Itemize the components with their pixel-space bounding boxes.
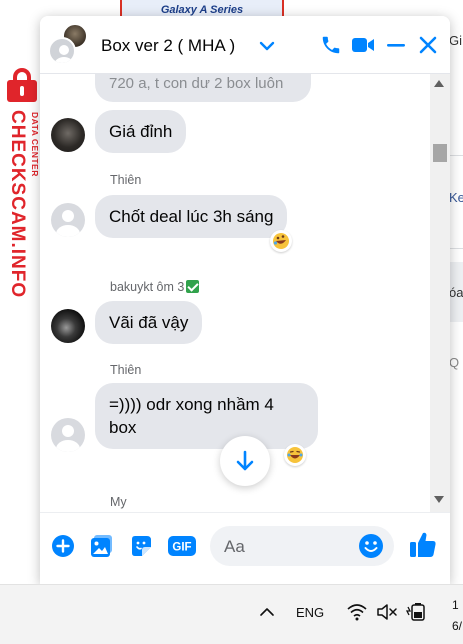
- message-text-line: box: [109, 418, 137, 437]
- phone-icon[interactable]: [318, 32, 344, 58]
- speaker-muted-icon[interactable]: [376, 603, 398, 626]
- scroll-up-arrow-icon[interactable]: [434, 80, 444, 87]
- jump-to-latest-button[interactable]: [220, 436, 270, 486]
- message-text: Chốt deal lúc 3h sáng: [109, 207, 274, 226]
- taskbar-clock[interactable]: 1 6/: [452, 595, 462, 637]
- arrow-down-icon: [236, 450, 254, 471]
- windows-taskbar: ENG 1 6/: [0, 584, 463, 644]
- battery-charging-icon[interactable]: [405, 602, 430, 627]
- message-bubble[interactable]: Vãi đã vậy: [95, 301, 203, 344]
- chat-header: Box ver 2 ( MHA ): [40, 16, 450, 74]
- group-avatar[interactable]: [48, 23, 88, 65]
- thumbs-up-icon[interactable]: [407, 529, 439, 561]
- chat-window: Box ver 2 ( MHA ) 720 a, t con dư 2 box …: [40, 16, 450, 584]
- video-icon[interactable]: [350, 32, 376, 58]
- message-bubble[interactable]: Chốt deal lúc 3h sáng: [95, 195, 288, 238]
- sender-name: bakuykt ôm 3: [110, 280, 200, 294]
- avatar[interactable]: [51, 203, 85, 237]
- language-indicator[interactable]: ENG: [296, 605, 324, 620]
- message-text: 720 a, t con dư 2 box luôn: [109, 75, 284, 92]
- rofl-emoji-icon[interactable]: [270, 230, 292, 252]
- avatar[interactable]: [51, 309, 85, 343]
- minimize-icon[interactable]: [383, 32, 409, 58]
- bg-fragment-2[interactable]: Ke: [449, 190, 463, 205]
- sender-name: My: [110, 495, 127, 509]
- gif-icon[interactable]: GIF: [167, 533, 197, 559]
- photo-icon[interactable]: [89, 533, 115, 559]
- gif-label: GIF: [172, 542, 191, 554]
- message-scrollbar[interactable]: [430, 74, 450, 512]
- lock-icon: [5, 68, 39, 104]
- scroll-down-arrow-icon[interactable]: [434, 496, 444, 503]
- message-text: Vãi đã vậy: [109, 313, 189, 332]
- chevron-down-icon[interactable]: [259, 39, 275, 51]
- message-bubble: 720 a, t con dư 2 box luôn: [95, 74, 311, 102]
- message-composer: GIF: [40, 512, 450, 584]
- bg-fragment-3: óa: [449, 285, 463, 300]
- scrollbar-thumb[interactable]: [433, 144, 447, 162]
- sender-name: Thiên: [110, 173, 142, 187]
- bg-fragment-1: Gi: [449, 33, 462, 48]
- sticker-icon[interactable]: [128, 533, 154, 559]
- watermark: CHECKSCAM.INFO DATA CENTER: [2, 68, 42, 298]
- watermark-main-text: CHECKSCAM.INFO: [7, 110, 28, 299]
- banner-text: Galaxy A Series: [160, 4, 244, 16]
- message-bubble[interactable]: =)))) odr xong nhầm 4 box: [95, 383, 318, 449]
- avatar[interactable]: [51, 418, 85, 452]
- chevron-up-icon[interactable]: [258, 605, 276, 624]
- avatar[interactable]: [51, 118, 85, 152]
- message-input[interactable]: [224, 536, 354, 558]
- message-bubble[interactable]: Giá đỉnh: [95, 110, 187, 153]
- watermark-sub-text: DATA CENTER: [30, 112, 40, 177]
- chat-title[interactable]: Box ver 2 ( MHA ): [101, 36, 235, 56]
- message-text-line: =)))) odr xong nhầm 4: [109, 395, 274, 414]
- sender-name: Thiên: [110, 363, 142, 377]
- close-icon[interactable]: [415, 32, 441, 58]
- clock-time: 1: [452, 598, 459, 612]
- bg-fragment-4: Q: [449, 355, 460, 370]
- plus-circle-icon[interactable]: [50, 533, 76, 559]
- green-check-icon: [186, 280, 200, 293]
- laughing-emoji-icon[interactable]: [284, 444, 306, 466]
- clock-date: 6/: [452, 619, 463, 633]
- message-text: Giá đỉnh: [109, 122, 173, 141]
- wifi-icon[interactable]: [346, 603, 368, 626]
- message-input-container[interactable]: [210, 526, 394, 566]
- emoji-icon[interactable]: [358, 533, 384, 564]
